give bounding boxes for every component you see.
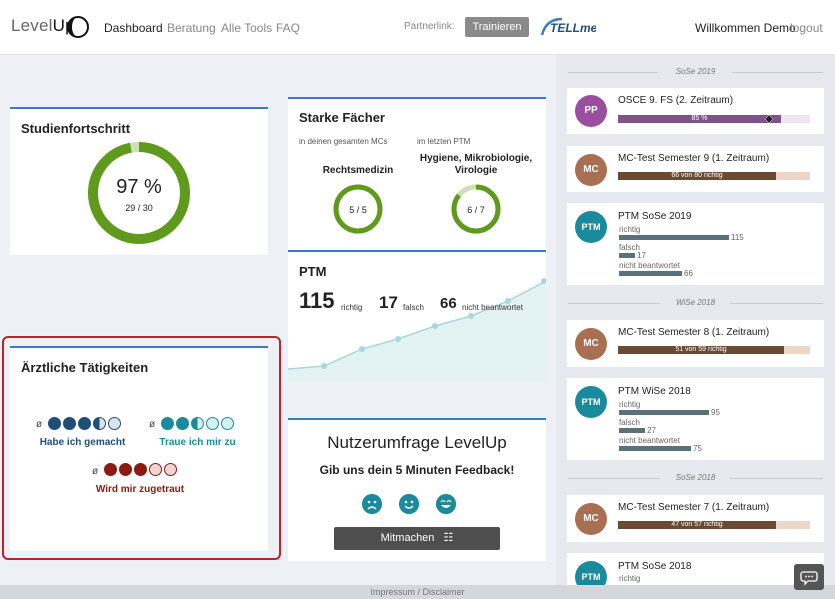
exam-title-ptm18s: PTM SoSe 2018 xyxy=(618,561,692,572)
trainieren-button[interactable]: Trainieren xyxy=(465,17,529,37)
label-richtig: richtig xyxy=(619,574,641,583)
progress-bar-mc9: 66 von 80 richtig xyxy=(618,172,810,180)
semester-heading-sose2018: SoSe 2018 xyxy=(675,473,716,482)
logout-link[interactable]: logout xyxy=(790,21,823,35)
semester-heading-wise2018: WiSe 2018 xyxy=(675,298,716,307)
nav-dashboard[interactable]: Dashboard xyxy=(104,21,163,35)
value-falsch: 27 xyxy=(647,426,656,435)
badge-mc: MC xyxy=(575,503,607,535)
starke-col1-value: 5 / 5 xyxy=(349,205,367,215)
highlight-frame xyxy=(2,336,281,560)
top-navbar: LevelUp Dashboard Beratung Alle Tools FA… xyxy=(0,0,835,55)
ptm-richtig-num: 115 xyxy=(299,288,335,313)
marker-diamond-icon xyxy=(765,115,773,123)
badge-ptm: PTM xyxy=(575,386,607,418)
ptm-richtig-label: richtig xyxy=(341,303,363,312)
ptm-nb-label: nicht beantwortet xyxy=(462,303,523,312)
label-nicht-beantwortet: nicht beantwortet xyxy=(619,261,680,270)
exam-card-ptm-sose2019[interactable] xyxy=(567,203,824,285)
label-nicht-beantwortet: nicht beantwortet xyxy=(619,436,680,445)
bar-richtig xyxy=(619,235,729,240)
starke-col1-label: in deinen gesamten MCs xyxy=(299,137,388,146)
value-richtig: 115 xyxy=(731,233,744,242)
mitmachen-label: Mitmachen xyxy=(380,532,435,544)
progress-text-mc7: 47 von 57 richtig xyxy=(671,521,723,528)
nav-faq[interactable]: FAQ xyxy=(276,21,300,35)
badge-mc: MC xyxy=(575,154,607,186)
studienfortschritt-percent: 97 % xyxy=(116,176,162,198)
value-nicht-beantwortet: 66 xyxy=(684,269,693,278)
progress-bar-mc8: 51 von 59 richtig xyxy=(618,346,810,354)
bar-nicht-beantwortet xyxy=(619,271,682,276)
exam-title-ptm19: PTM SoSe 2019 xyxy=(618,211,692,222)
bar-nicht-beantwortet xyxy=(619,446,691,451)
studienfortschritt-count: 29 / 30 xyxy=(125,203,153,213)
bar-falsch xyxy=(619,428,645,433)
happy-face-icon[interactable] xyxy=(436,494,456,514)
footer-impressum-link[interactable]: Impressum / Disclaimer xyxy=(0,585,835,599)
survey-subtitle: Gib uns dein 5 Minuten Feedback! xyxy=(319,463,515,477)
smile-face-icon[interactable] xyxy=(399,494,419,514)
partner-label: Partnerlink: xyxy=(404,21,455,32)
mitmachen-button[interactable]: Mitmachen ☷ xyxy=(334,527,500,550)
starke-col2-value: 6 / 7 xyxy=(467,205,485,215)
progress-bar-osce: 85 % xyxy=(618,115,810,123)
ptm-falsch-num: 17 xyxy=(379,293,398,312)
label-falsch: falsch xyxy=(619,418,640,427)
exam-title-mc8: MC-Test Semester 8 (1. Zeitraum) xyxy=(618,327,770,338)
starke-col2-subject-line1: Hygiene, Mikrobiologie, xyxy=(419,153,533,164)
sad-face-icon[interactable] xyxy=(362,494,382,514)
label-richtig: richtig xyxy=(619,225,641,234)
progress-text-osce: 85 % xyxy=(691,115,708,122)
levelup-logo-icon xyxy=(67,16,89,38)
badge-ptm: PTM xyxy=(575,211,607,243)
bar-falsch xyxy=(619,253,635,258)
logo-text-level: Level xyxy=(11,16,53,35)
chat-bubble-icon[interactable] xyxy=(794,564,824,590)
value-falsch: 17 xyxy=(637,251,646,260)
value-richtig: 95 xyxy=(711,408,720,417)
welcome-text: Willkommen Demo xyxy=(695,21,796,35)
exam-title-ptm18w: PTM WiSe 2018 xyxy=(618,386,691,397)
progress-text-mc9: 66 von 80 richtig xyxy=(671,172,723,179)
starke-col2-subject-line2: Virologie xyxy=(454,165,498,176)
exam-title-osce: OSCE 9. FS (2. Zeitraum) xyxy=(618,95,734,106)
bar-richtig xyxy=(619,410,709,415)
ptm-title: PTM xyxy=(299,264,327,279)
label-richtig: richtig xyxy=(619,400,641,409)
badge-pp: PP xyxy=(575,95,607,127)
badge-mc: MC xyxy=(575,328,607,360)
starke-col1-subject: Rechtsmedizin xyxy=(322,165,394,176)
checklist-icon: ☷ xyxy=(443,532,454,544)
tellme-logo[interactable]: TELLme xyxy=(540,15,596,39)
exam-title-mc9: MC-Test Semester 9 (1. Zeitraum) xyxy=(618,153,770,164)
nav-beratung[interactable]: Beratung xyxy=(167,21,216,35)
nav-alle-tools[interactable]: Alle Tools xyxy=(221,21,272,35)
survey-title: Nutzerumfrage LevelUp xyxy=(327,433,507,452)
ptm-falsch-label: falsch xyxy=(403,303,424,312)
starke-col2-label: im letzten PTM xyxy=(417,137,471,146)
ptm-nb-num: 66 xyxy=(440,295,457,312)
semester-heading-sose2019: SoSe 2019 xyxy=(675,67,716,76)
exam-title-mc7: MC-Test Semester 7 (1. Zeitraum) xyxy=(618,502,770,513)
starke-faecher-title: Starke Fächer xyxy=(299,110,385,125)
studienfortschritt-title: Studienfortschritt xyxy=(21,121,131,136)
value-nicht-beantwortet: 75 xyxy=(693,444,702,453)
progress-text-mc8: 51 von 59 richtig xyxy=(675,346,727,353)
svg-text:TELLme: TELLme xyxy=(550,21,596,35)
progress-bar-mc7: 47 von 57 richtig xyxy=(618,521,810,529)
